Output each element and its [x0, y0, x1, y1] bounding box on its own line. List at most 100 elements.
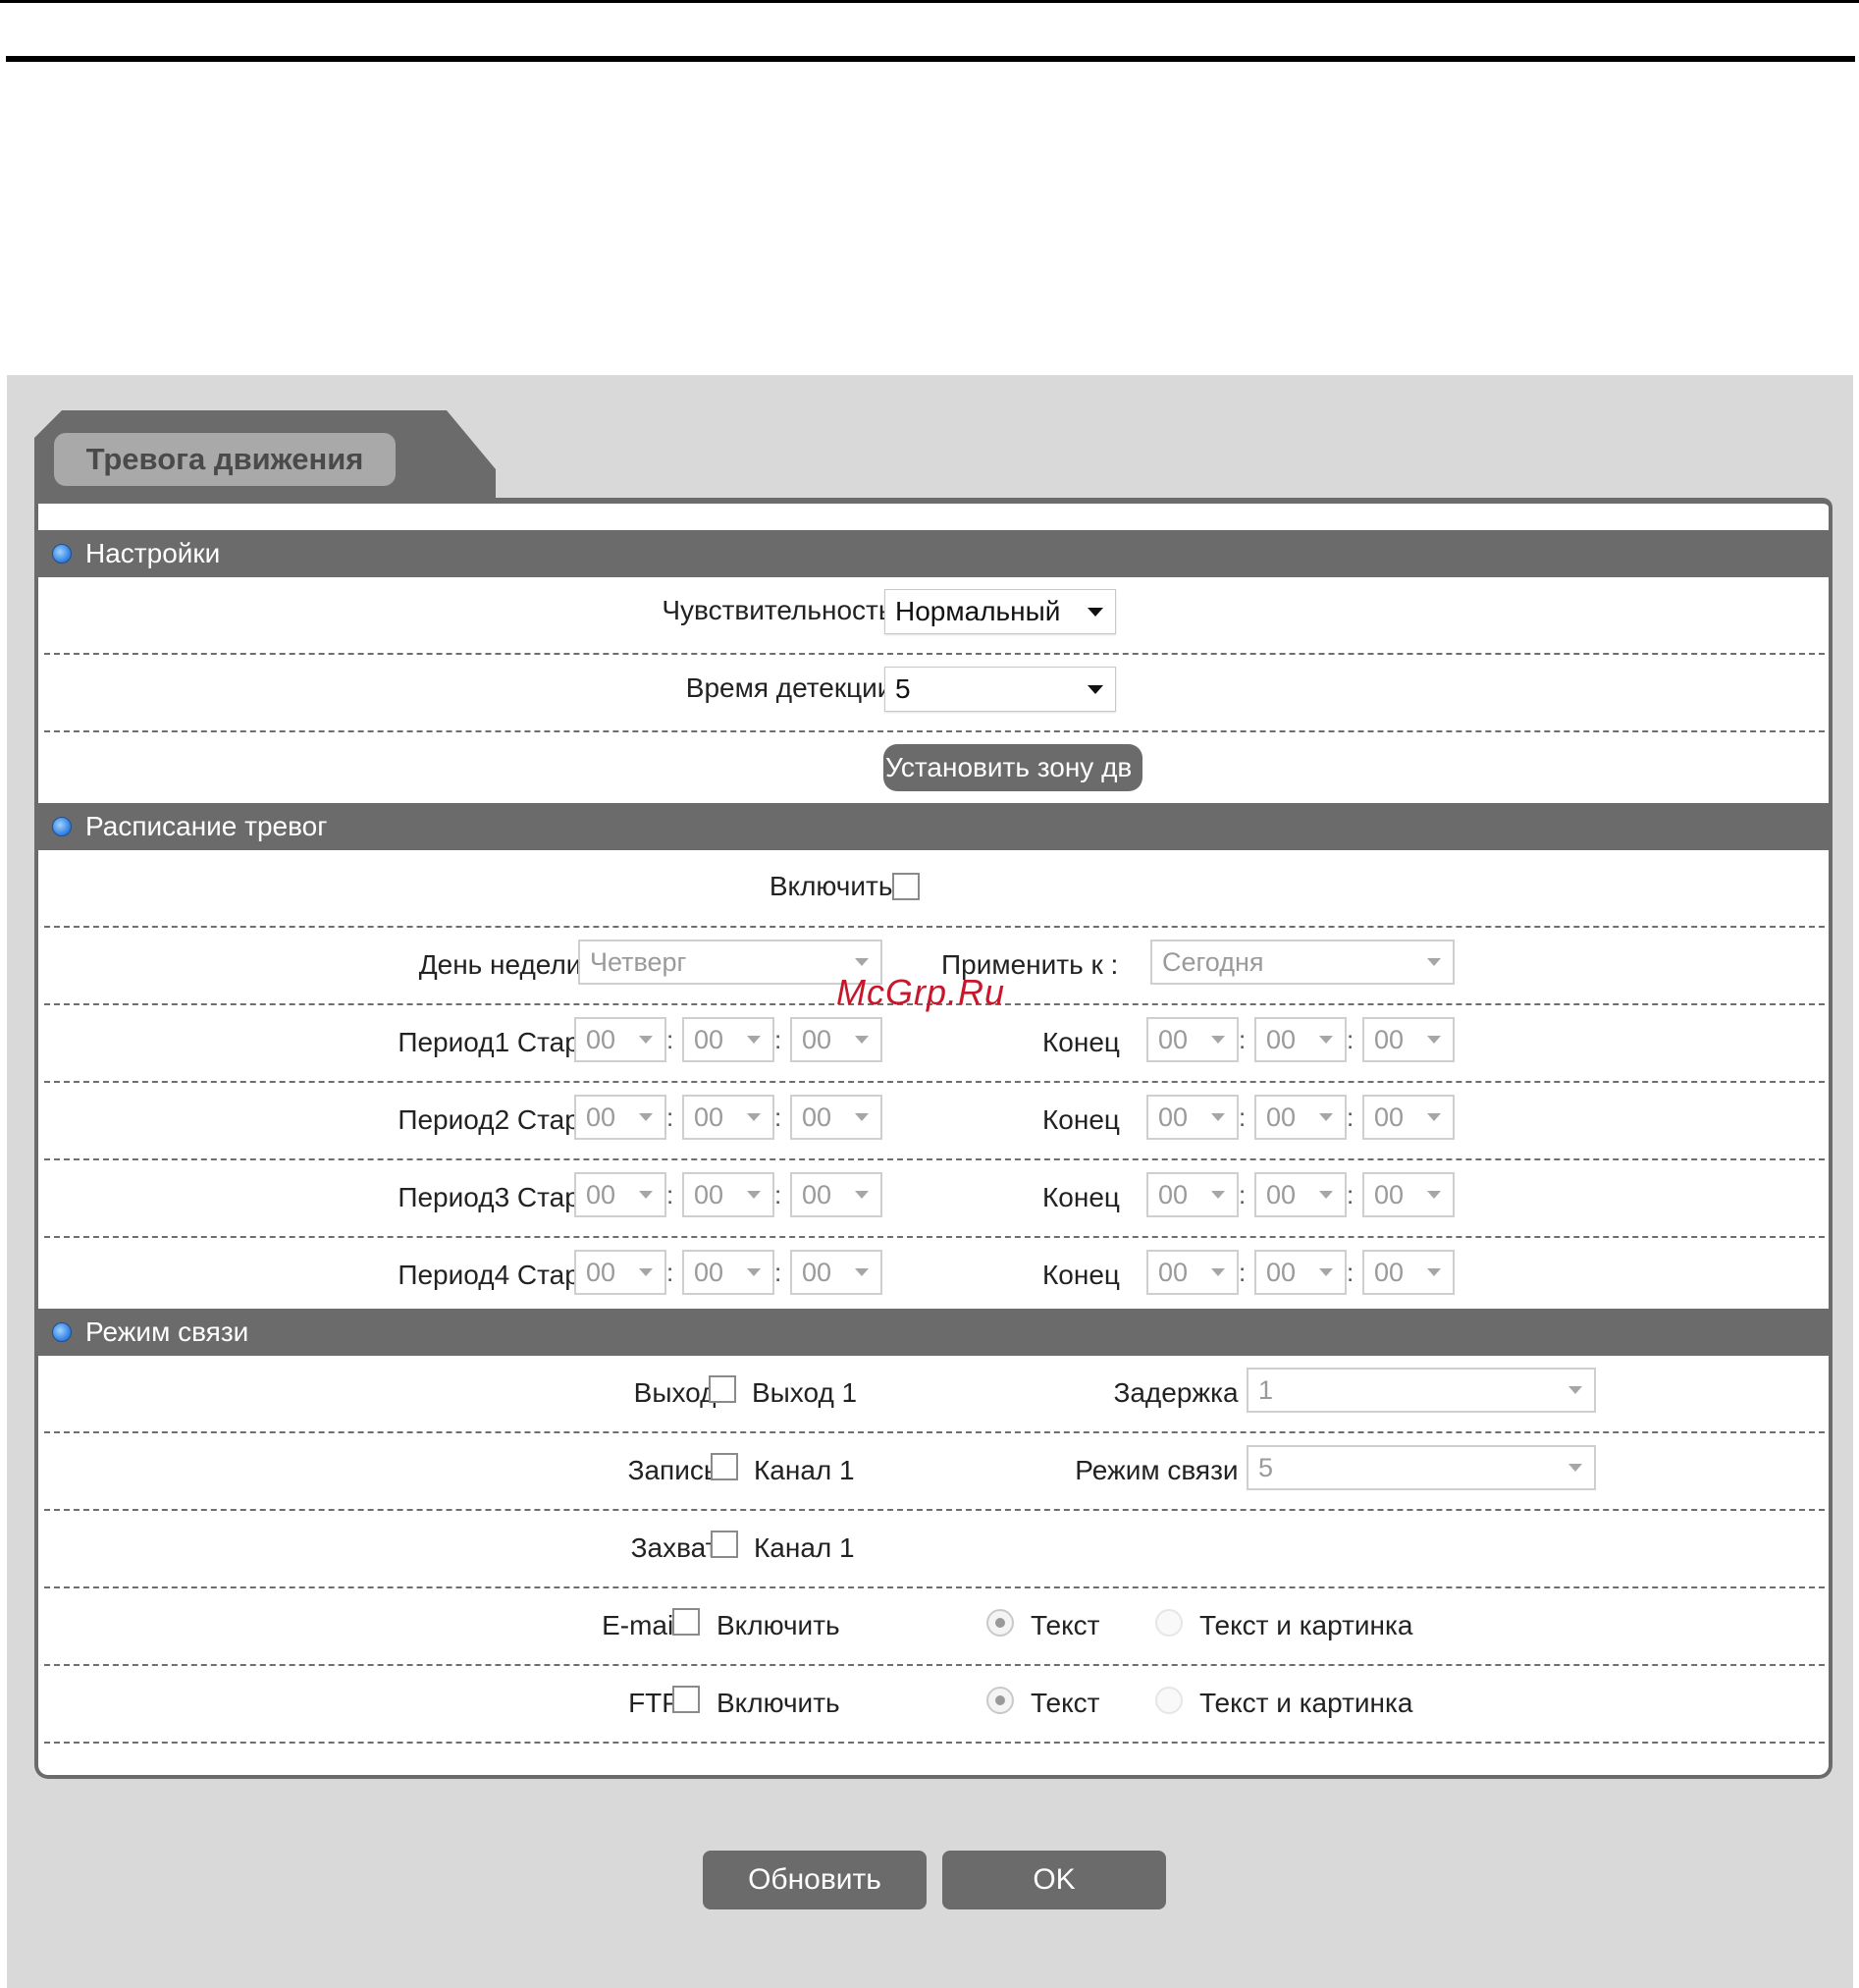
time-separator: :: [666, 1102, 674, 1132]
period-start-minute-select[interactable]: 00: [682, 1017, 774, 1062]
select-value: 00: [1266, 1102, 1297, 1132]
capture-channel-1-checkbox[interactable]: [711, 1531, 738, 1558]
period-start-hour-select[interactable]: 00: [574, 1172, 666, 1217]
chevron-down-icon: [855, 958, 869, 966]
section-title: Режим связи: [85, 1316, 249, 1347]
detect-time-value: 5: [895, 673, 911, 704]
end-label: Конец: [1042, 1260, 1120, 1290]
period-end-hour-select[interactable]: 00: [1146, 1017, 1239, 1062]
period-start-second-select[interactable]: 00: [790, 1250, 882, 1295]
ftp-text-picture-radio[interactable]: [1155, 1687, 1183, 1714]
chevron-down-icon: [747, 1191, 761, 1199]
link-mode-select[interactable]: 5: [1247, 1445, 1596, 1490]
link-mode-value: 5: [1258, 1453, 1274, 1482]
email-enable-label: Включить: [717, 1610, 840, 1640]
email-text-label: Текст: [1031, 1610, 1100, 1640]
email-enable-checkbox[interactable]: [672, 1608, 700, 1636]
tab-title: Тревога движения: [85, 442, 364, 476]
period-start-second-select[interactable]: 00: [790, 1095, 882, 1140]
period-end-hour-select[interactable]: 00: [1146, 1172, 1239, 1217]
period-end-second-select[interactable]: 00: [1362, 1017, 1455, 1062]
period-end-hour-select[interactable]: 00: [1146, 1250, 1239, 1295]
email-text-picture-radio[interactable]: [1155, 1609, 1183, 1637]
period-end-second-select[interactable]: 00: [1362, 1250, 1455, 1295]
capture-channel-1-label: Канал 1: [754, 1532, 855, 1563]
row-output: Выход : Выход 1 Задержка (s) 1: [38, 1356, 1831, 1433]
period-label: Период4 Старт: [398, 1260, 592, 1290]
output-1-label: Выход 1: [752, 1377, 858, 1408]
schedule-enable-label: Включить :: [769, 871, 908, 901]
select-value: 00: [1374, 1180, 1405, 1209]
period-start-hour-select[interactable]: 00: [574, 1095, 666, 1140]
set-zone-button[interactable]: Установить зону дв: [883, 744, 1142, 791]
ftp-text-radio[interactable]: [986, 1687, 1014, 1714]
section-bullet-icon: [52, 817, 72, 836]
period-start-hour-select[interactable]: 00: [574, 1250, 666, 1295]
select-value: 00: [802, 1025, 832, 1054]
record-channel-1-checkbox[interactable]: [711, 1453, 738, 1480]
period-end-minute-select[interactable]: 00: [1254, 1250, 1347, 1295]
chevron-down-icon: [855, 1191, 869, 1199]
chevron-down-icon: [639, 1113, 653, 1121]
section-settings: Настройки: [38, 530, 1831, 577]
select-value: 00: [694, 1180, 724, 1209]
period-end-minute-select[interactable]: 00: [1254, 1095, 1347, 1140]
chevron-down-icon: [1427, 1036, 1441, 1044]
period-start-minute-select[interactable]: 00: [682, 1250, 774, 1295]
time-separator: :: [1347, 1258, 1354, 1287]
select-value: 00: [1158, 1102, 1189, 1132]
select-value: 00: [1266, 1258, 1297, 1287]
select-value: 00: [694, 1258, 724, 1287]
output-1-checkbox[interactable]: [709, 1375, 736, 1403]
ok-button[interactable]: OK: [942, 1851, 1166, 1909]
delay-value: 1: [1258, 1375, 1274, 1405]
end-label: Конец: [1042, 1027, 1120, 1057]
period-end-minute-select[interactable]: 00: [1254, 1017, 1347, 1062]
detect-time-select[interactable]: 5: [884, 667, 1116, 712]
time-separator: :: [1239, 1258, 1247, 1287]
section-bullet-icon: [52, 544, 72, 564]
chevron-down-icon: [1211, 1036, 1225, 1044]
delay-select[interactable]: 1: [1247, 1368, 1596, 1413]
end-label: Конец: [1042, 1104, 1120, 1135]
email-text-radio[interactable]: [986, 1609, 1014, 1637]
select-value: 00: [802, 1102, 832, 1132]
select-value: 00: [1158, 1258, 1189, 1287]
chevron-down-icon: [1427, 1268, 1441, 1276]
section-link-mode: Режим связи: [38, 1309, 1831, 1356]
period-start-second-select[interactable]: 00: [790, 1172, 882, 1217]
chevron-down-icon: [1211, 1268, 1225, 1276]
chevron-down-icon: [855, 1036, 869, 1044]
period-end-hour-select[interactable]: 00: [1146, 1095, 1239, 1140]
select-value: 00: [1266, 1025, 1297, 1054]
time-separator: :: [774, 1258, 782, 1287]
period-start-hour-select[interactable]: 00: [574, 1017, 666, 1062]
period-start-minute-select[interactable]: 00: [682, 1095, 774, 1140]
ftp-enable-label: Включить: [717, 1688, 840, 1718]
time-separator: :: [1239, 1102, 1247, 1132]
period-end-minute-select[interactable]: 00: [1254, 1172, 1347, 1217]
ftp-enable-checkbox[interactable]: [672, 1686, 700, 1713]
sensitivity-select[interactable]: Нормальный: [884, 589, 1116, 634]
apply-to-select[interactable]: Сегодня: [1150, 940, 1455, 985]
ftp-text-picture-label: Текст и картинка: [1199, 1688, 1413, 1718]
row-ftp: FTP : Включить Текст Текст и картинка: [38, 1666, 1831, 1744]
select-value: 00: [586, 1102, 616, 1132]
select-value: 00: [802, 1180, 832, 1209]
section-title: Настройки: [85, 538, 221, 568]
period-start-minute-select[interactable]: 00: [682, 1172, 774, 1217]
period-end-second-select[interactable]: 00: [1362, 1172, 1455, 1217]
period-label: Период3 Старт: [398, 1182, 592, 1212]
chevron-down-icon: [1088, 608, 1103, 617]
chevron-down-icon: [1319, 1268, 1333, 1276]
select-value: 00: [586, 1258, 616, 1287]
chevron-down-icon: [1211, 1191, 1225, 1199]
select-value: 00: [1374, 1258, 1405, 1287]
schedule-enable-checkbox[interactable]: [892, 873, 920, 900]
period-end-second-select[interactable]: 00: [1362, 1095, 1455, 1140]
section-bullet-icon: [52, 1322, 72, 1342]
refresh-button[interactable]: Обновить: [703, 1851, 927, 1909]
period-label: Период2 Старт: [398, 1104, 592, 1135]
page-rule: [6, 56, 1855, 62]
period-start-second-select[interactable]: 00: [790, 1017, 882, 1062]
